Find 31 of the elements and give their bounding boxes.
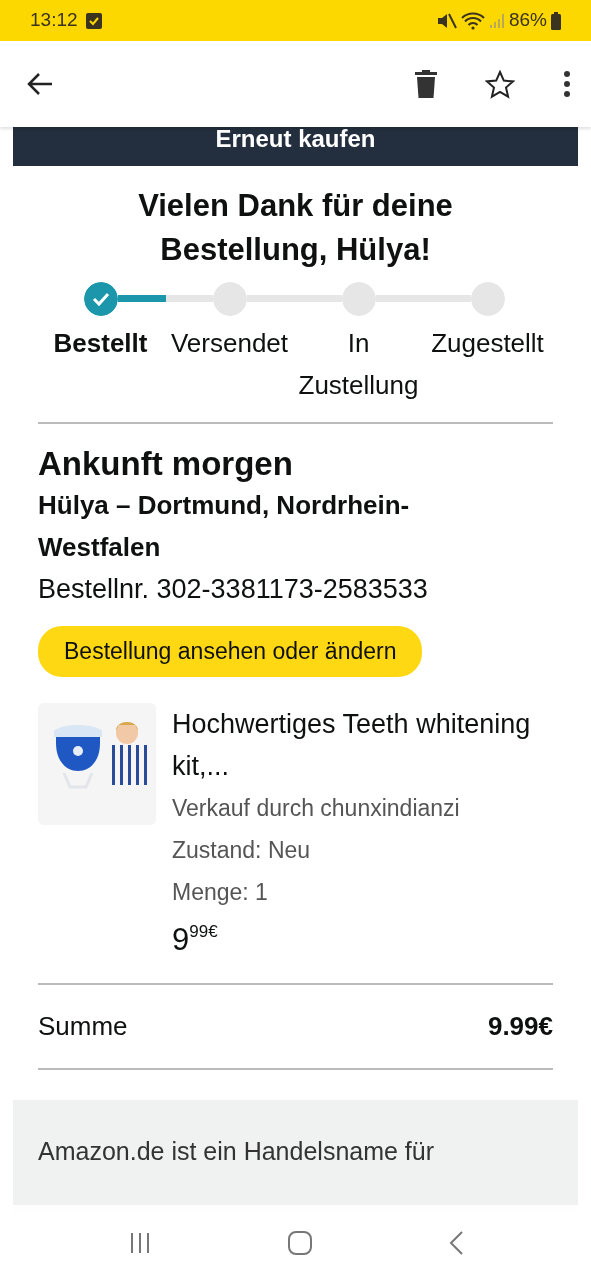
step-label: Versendet bbox=[169, 327, 290, 360]
step-label: Zugestellt bbox=[430, 327, 545, 360]
footer-text: Amazon.de ist ein Handelsname für bbox=[38, 1137, 435, 1165]
step-label: In Zustellung bbox=[297, 327, 420, 402]
more-options-icon[interactable] bbox=[563, 71, 571, 97]
delivery-address: Hülya – Dortmund, Nordrhein-Westfalen bbox=[38, 489, 411, 564]
status-time: 13:12 bbox=[30, 8, 78, 33]
arrival-title: Ankunft morgen bbox=[38, 444, 294, 484]
order-number: Bestellnr. 302-3381173-2583533 bbox=[38, 573, 429, 606]
step-label: Bestellt bbox=[52, 327, 149, 360]
checkbox-notification-icon bbox=[85, 12, 102, 29]
mute-icon bbox=[436, 11, 457, 30]
quantity-text: Menge: 1 bbox=[172, 877, 269, 907]
seller-text: Verkauf durch chunxindianzi bbox=[172, 793, 461, 823]
star-icon[interactable] bbox=[485, 69, 515, 99]
battery-level: 86% bbox=[508, 8, 547, 33]
back-icon[interactable] bbox=[448, 1230, 463, 1255]
battery-icon bbox=[551, 11, 561, 30]
wifi-icon bbox=[460, 11, 485, 30]
back-arrow-icon[interactable] bbox=[26, 72, 54, 96]
view-order-button[interactable]: Bestellung ansehen oder ändern bbox=[38, 626, 423, 677]
buy-again-button[interactable]: Erneut kaufen bbox=[13, 127, 578, 166]
delete-icon[interactable] bbox=[415, 70, 437, 98]
home-icon[interactable] bbox=[287, 1230, 312, 1255]
condition-text: Zustand: Neu bbox=[172, 835, 312, 865]
signal-icon bbox=[488, 11, 505, 30]
recent-apps-icon[interactable] bbox=[128, 1231, 151, 1254]
product-title[interactable]: Hochwertiges Teeth whitening kit,... bbox=[172, 702, 553, 787]
total-label: Summe bbox=[38, 1010, 128, 1043]
thank-you-heading: Vielen Dank für deine Bestellung, Hülya! bbox=[137, 187, 454, 269]
total-value: 9.99€ bbox=[487, 1010, 553, 1043]
